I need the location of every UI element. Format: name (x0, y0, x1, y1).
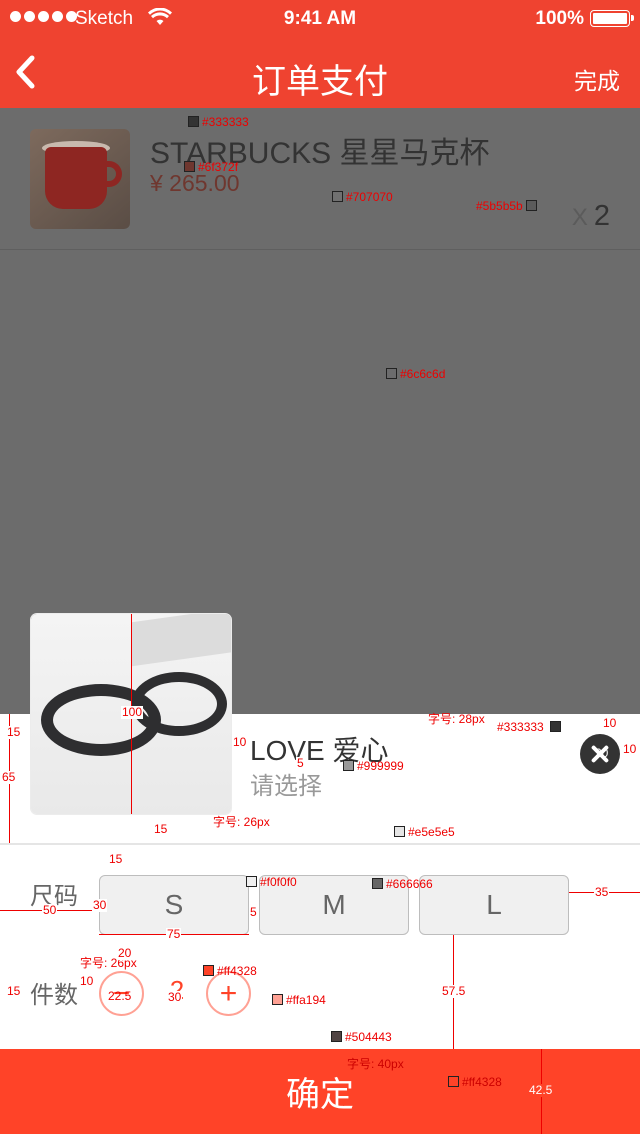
color-annotation: #6c6c6d (386, 368, 445, 380)
select-prompt: 请选择 (250, 773, 322, 800)
color-annotation: #504443 (331, 1031, 392, 1043)
dimension-label: 22.5 (108, 989, 132, 1003)
divider (0, 843, 640, 845)
color-annotation: #e5e5e5 (394, 826, 455, 838)
status-bar: Sketch 9:41 AM 100% (0, 0, 640, 38)
times-sign: X (571, 204, 588, 231)
nav-bar: 订单支付 完成 (0, 38, 640, 108)
dimension-label: 35 (594, 885, 610, 899)
dimension-label: 57.5 (441, 984, 467, 998)
dimension-label: 10 (602, 716, 618, 730)
quantity-value: 2 (593, 200, 610, 232)
color-annotation: #f0f0f0 (246, 876, 297, 888)
done-button[interactable]: 完成 (574, 62, 620, 96)
page-title: 订单支付 (252, 63, 388, 101)
dimension-label: 20 (595, 746, 609, 760)
color-annotation: #6f372f (184, 161, 238, 173)
dimension-label: 30 (167, 990, 183, 1004)
color-annotation: #333333 (188, 116, 249, 128)
battery-icon (590, 10, 634, 27)
color-annotation: #ff4328 (448, 1076, 502, 1088)
color-annotation: #ffa194 (272, 994, 326, 1006)
dimension-label: 15 (6, 984, 22, 998)
dimension-label: 10 (79, 974, 95, 988)
dimension-label: 5 (249, 905, 258, 919)
quantity-label: 件数 (30, 982, 78, 1009)
size-option-l[interactable]: L (419, 875, 569, 935)
font-annotation: 字号: 40px (347, 1057, 404, 1071)
dimension-label: 75 (166, 927, 182, 941)
order-payment-screen: Sketch 9:41 AM 100% 订单支付 完成 STARBUCKS 星星… (0, 0, 640, 1134)
size-option-s[interactable]: S (99, 875, 249, 935)
color-annotation: #666666 (372, 878, 433, 890)
dimension-label: 5 (296, 756, 305, 770)
product-thumbnail (30, 129, 130, 229)
color-annotation: #5b5b5b (476, 200, 540, 212)
dimension-label: 30 (92, 898, 108, 912)
color-annotation: #333333 (497, 721, 564, 733)
dimension-label: 65 (1, 770, 17, 784)
dimension-label: 15 (153, 822, 169, 836)
confirm-label: 确定 (286, 1076, 354, 1114)
font-annotation: 字号: 26px (213, 815, 270, 829)
plus-icon: + (219, 976, 238, 1010)
dimension-label: 100 (121, 705, 144, 719)
order-item: STARBUCKS 星星马克杯 ¥ 265.00 X2 (0, 108, 640, 250)
dimension-label: 15 (108, 852, 124, 866)
product-quantity: X2 (572, 200, 610, 233)
color-annotation: #ff4328 (203, 965, 257, 977)
dimension-label: 15 (6, 725, 22, 739)
dimension-label: 10 (622, 742, 638, 756)
battery-percent: 100% (535, 8, 584, 29)
font-annotation: 字号: 28px (428, 712, 485, 726)
color-annotation: #707070 (332, 191, 393, 203)
color-annotation: #999999 (343, 760, 404, 772)
header: Sketch 9:41 AM 100% 订单支付 完成 (0, 0, 640, 108)
product-price: ¥ 265.00 (150, 170, 240, 196)
dimension-label: 50 (42, 903, 58, 917)
dimension-label: 20 (117, 946, 133, 960)
dimension-label: 42.5 (528, 1083, 554, 1097)
dimension-label: 10 (232, 735, 248, 749)
